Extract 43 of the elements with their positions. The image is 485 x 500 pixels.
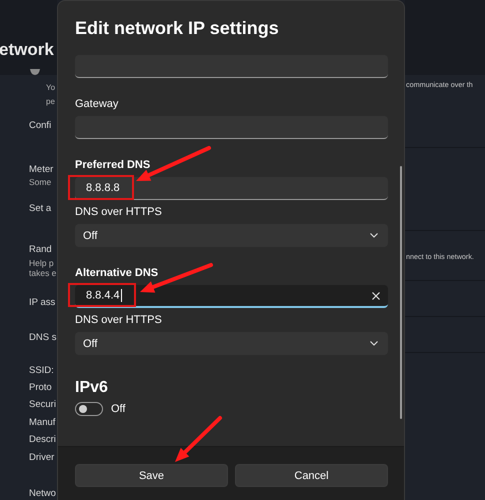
setting-text: IP ass <box>29 297 56 309</box>
save-button[interactable]: Save <box>75 464 228 487</box>
setting-text: SSID: <box>29 365 55 377</box>
setting-text: Confi <box>29 120 52 132</box>
scrollbar[interactable] <box>400 166 402 419</box>
toggle-label: Off <box>111 403 126 415</box>
dropdown[interactable]: Off <box>75 332 388 355</box>
setting-text: Yo <box>46 82 56 94</box>
input-field[interactable]: 8.8.8.8 <box>75 177 388 200</box>
toggle-switch[interactable] <box>75 402 103 416</box>
setting-text: DNS s <box>29 332 57 344</box>
highlight-frame <box>68 283 136 307</box>
setting-text: pe <box>46 96 56 108</box>
field-label: Alternative DNS <box>75 267 160 280</box>
setting-text: Rand <box>29 244 53 256</box>
clear-icon[interactable] <box>372 292 380 300</box>
field-label: DNS over HTTPS <box>75 206 163 219</box>
input-field[interactable] <box>75 55 388 78</box>
field-label: Preferred DNS <box>75 159 152 172</box>
arrow <box>175 416 222 462</box>
dialog-title: Edit network IP settings <box>75 18 280 39</box>
highlight-frame <box>68 175 134 200</box>
field-label: Gateway <box>75 98 120 111</box>
setting-text: takes e <box>29 268 57 279</box>
field-label: DNS over HTTPS <box>75 314 163 327</box>
input-field[interactable]: 8.8.4.4 <box>75 285 388 308</box>
chevron-down-icon <box>370 341 378 346</box>
page-title: etwork <box>0 40 55 60</box>
setting-text: Securi <box>29 399 57 411</box>
setting-text: Help p <box>29 257 55 269</box>
chevron-down-icon <box>370 233 378 238</box>
setting-text: Proto <box>29 382 53 394</box>
setting-text: Meter <box>29 164 54 176</box>
setting-text: Descri <box>29 434 57 446</box>
setting-text: Netwo <box>29 488 57 500</box>
input-field[interactable] <box>75 116 388 139</box>
dropdown[interactable]: Off <box>75 224 388 247</box>
setting-text: Set a <box>29 203 52 215</box>
setting-text: Some <box>29 176 52 188</box>
setting-text: Manuf <box>29 417 56 429</box>
setting-text: Driver <box>29 452 56 464</box>
section-heading: IPv6 <box>75 379 109 397</box>
cancel-button[interactable]: Cancel <box>235 464 388 487</box>
